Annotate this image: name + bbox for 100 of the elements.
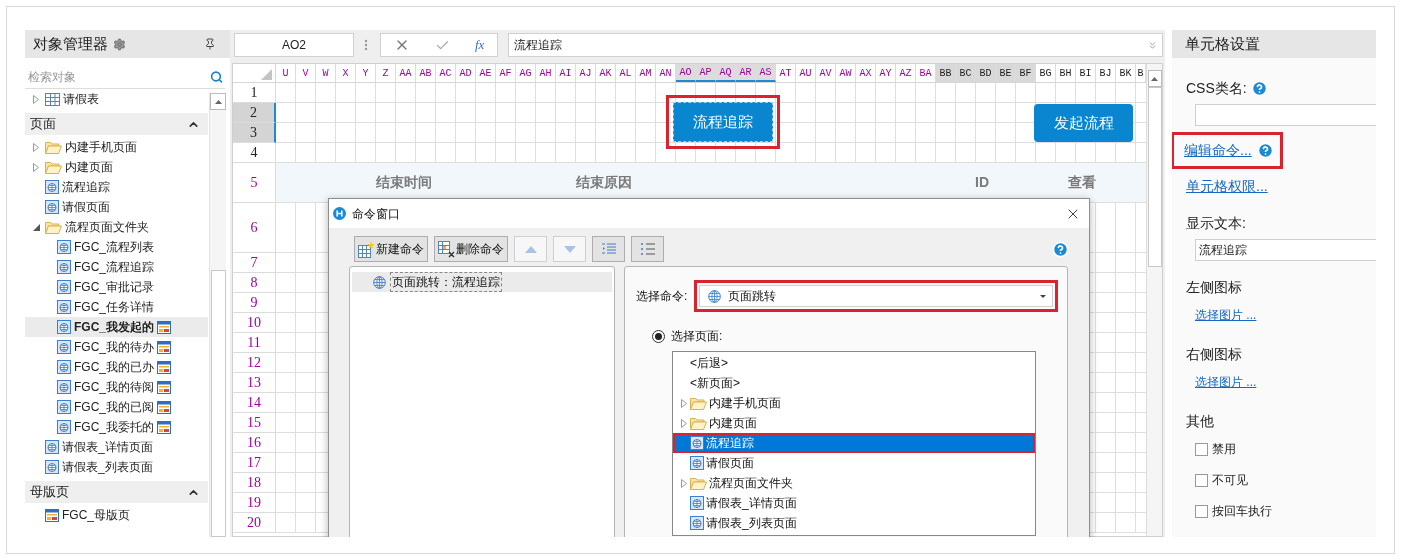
row-header[interactable]: 12 bbox=[233, 353, 276, 373]
search-field[interactable]: 检索对象 bbox=[28, 67, 210, 86]
row-header[interactable]: 20 bbox=[233, 513, 276, 533]
list-item[interactable]: <新页面> bbox=[673, 373, 1035, 393]
row-header[interactable]: 17 bbox=[233, 453, 276, 473]
tree-item[interactable]: 内建手机页面 bbox=[25, 137, 208, 157]
column-header[interactable]: AH bbox=[536, 64, 556, 82]
column-header[interactable]: AY bbox=[876, 64, 896, 82]
tree-item[interactable]: 内建页面 bbox=[25, 157, 208, 177]
column-header[interactable]: BK bbox=[1116, 64, 1136, 82]
column-header[interactable]: U bbox=[276, 64, 296, 82]
tree-item[interactable]: FGC_我发起的 bbox=[25, 317, 208, 337]
row-header[interactable]: 4 bbox=[233, 143, 276, 163]
scrollbar[interactable] bbox=[209, 93, 226, 537]
checkbox[interactable] bbox=[1195, 473, 1208, 487]
collapsed-triangle-icon[interactable] bbox=[33, 142, 39, 152]
help-icon[interactable] bbox=[1256, 142, 1274, 159]
section-header[interactable]: 页面 bbox=[25, 113, 208, 135]
select-all-corner-icon[interactable] bbox=[261, 69, 272, 80]
row-header[interactable]: 15 bbox=[233, 413, 276, 433]
scroll-up-button[interactable] bbox=[210, 93, 226, 110]
tree-item[interactable]: 请假表_详情页面 bbox=[25, 437, 208, 457]
list-item[interactable]: <后退> bbox=[673, 353, 1035, 373]
collapsed-triangle-icon[interactable] bbox=[33, 162, 39, 172]
column-header[interactable]: BB bbox=[936, 64, 956, 82]
scroll-up-button[interactable] bbox=[1147, 70, 1162, 87]
column-header[interactable]: BC bbox=[956, 64, 976, 82]
scrollbar[interactable] bbox=[1146, 64, 1162, 536]
list-item[interactable]: 流程页面文件夹 bbox=[673, 473, 1035, 493]
sheet-button[interactable]: 流程追踪 bbox=[673, 102, 773, 142]
column-header[interactable]: AB bbox=[416, 64, 436, 82]
tree-item[interactable]: 流程追踪 bbox=[25, 177, 208, 197]
row-header[interactable]: 9 bbox=[233, 293, 276, 313]
list-item[interactable]: 请假表_列表页面 bbox=[673, 513, 1035, 533]
delete-command-button[interactable]: 删除命令 bbox=[434, 236, 508, 262]
sheet-button[interactable]: 发起流程 bbox=[1034, 104, 1133, 142]
tree-item[interactable]: 请假页面 bbox=[25, 197, 208, 217]
tree-item[interactable]: FGC_我委托的 bbox=[25, 417, 208, 437]
tree-item[interactable]: FGC_流程列表 bbox=[25, 237, 208, 257]
insert-function-button[interactable]: fx bbox=[475, 35, 485, 55]
tree-item[interactable]: 请假表 bbox=[25, 89, 208, 109]
row-header[interactable]: 10 bbox=[233, 313, 276, 333]
column-header[interactable]: W bbox=[316, 64, 336, 82]
tree-item[interactable]: FGC_我的已阅 bbox=[25, 397, 208, 417]
expand-icon[interactable] bbox=[1147, 39, 1158, 51]
choose-image-link[interactable]: 选择图片 ... bbox=[1195, 373, 1257, 391]
column-header[interactable]: AD bbox=[456, 64, 476, 82]
collapsed-triangle-icon[interactable] bbox=[681, 478, 687, 488]
cell-reference-field[interactable]: AO2 bbox=[234, 33, 354, 57]
column-header[interactable]: BE bbox=[996, 64, 1016, 82]
row-header[interactable]: 3 bbox=[233, 123, 276, 143]
column-header[interactable]: AO bbox=[676, 64, 696, 82]
edit-command-link[interactable]: 编辑命令... bbox=[1184, 140, 1252, 161]
css-class-input[interactable] bbox=[1195, 104, 1376, 126]
tree-item[interactable]: FGC_我的待办 bbox=[25, 337, 208, 357]
column-header[interactable]: AM bbox=[636, 64, 656, 82]
column-header[interactable]: AC bbox=[436, 64, 456, 82]
tree-item[interactable]: 流程页面文件夹 bbox=[25, 217, 208, 237]
column-header[interactable]: AW bbox=[836, 64, 856, 82]
tree-item[interactable]: FGC_母版页 bbox=[25, 505, 208, 525]
column-header[interactable]: AF bbox=[496, 64, 516, 82]
column-header[interactable]: AZ bbox=[896, 64, 916, 82]
list-item[interactable]: 请假页面 bbox=[673, 453, 1035, 473]
row-header[interactable]: 19 bbox=[233, 493, 276, 513]
row-header[interactable]: 13 bbox=[233, 373, 276, 393]
column-header[interactable]: AJ bbox=[576, 64, 596, 82]
choose-image-link[interactable]: 选择图片 ... bbox=[1195, 306, 1257, 324]
column-header[interactable]: X bbox=[336, 64, 356, 82]
column-header[interactable]: Z bbox=[376, 64, 396, 82]
help-icon[interactable] bbox=[1052, 240, 1069, 258]
column-header[interactable]: BF bbox=[1016, 64, 1036, 82]
tree-item[interactable]: FGC_我的待阅 bbox=[25, 377, 208, 397]
search-icon[interactable] bbox=[209, 69, 223, 84]
column-header[interactable]: AT bbox=[776, 64, 796, 82]
collapsed-triangle-icon[interactable] bbox=[681, 418, 687, 428]
checkbox[interactable] bbox=[1195, 442, 1208, 456]
column-header[interactable]: AU bbox=[796, 64, 816, 82]
display-text-input[interactable]: 流程追踪 bbox=[1195, 239, 1376, 261]
checkbox[interactable] bbox=[1195, 504, 1208, 518]
expanded-triangle-icon[interactable] bbox=[33, 223, 40, 231]
column-header[interactable]: AP bbox=[696, 64, 716, 82]
column-header[interactable]: AA bbox=[396, 64, 416, 82]
settings-icon[interactable] bbox=[113, 37, 126, 51]
row-header[interactable]: 14 bbox=[233, 393, 276, 413]
column-header[interactable]: BD bbox=[976, 64, 996, 82]
column-header[interactable]: AR bbox=[736, 64, 756, 82]
row-header[interactable]: 2 bbox=[233, 103, 276, 123]
column-header[interactable]: BH bbox=[1056, 64, 1076, 82]
row-header[interactable]: 11 bbox=[233, 333, 276, 353]
column-header[interactable]: AE bbox=[476, 64, 496, 82]
list-item[interactable]: 流程追踪 bbox=[673, 433, 1035, 453]
column-header[interactable]: AS bbox=[756, 64, 776, 82]
scrollbar-thumb[interactable] bbox=[1147, 87, 1162, 267]
column-header[interactable]: Y bbox=[356, 64, 376, 82]
command-item[interactable]: 页面跳转：流程追踪 bbox=[352, 272, 612, 292]
column-header[interactable]: AV bbox=[816, 64, 836, 82]
column-header[interactable]: AG bbox=[516, 64, 536, 82]
vertical-dots-icon[interactable] bbox=[364, 39, 368, 51]
column-header[interactable]: V bbox=[296, 64, 316, 82]
tree-item[interactable]: FGC_我的已办 bbox=[25, 357, 208, 377]
